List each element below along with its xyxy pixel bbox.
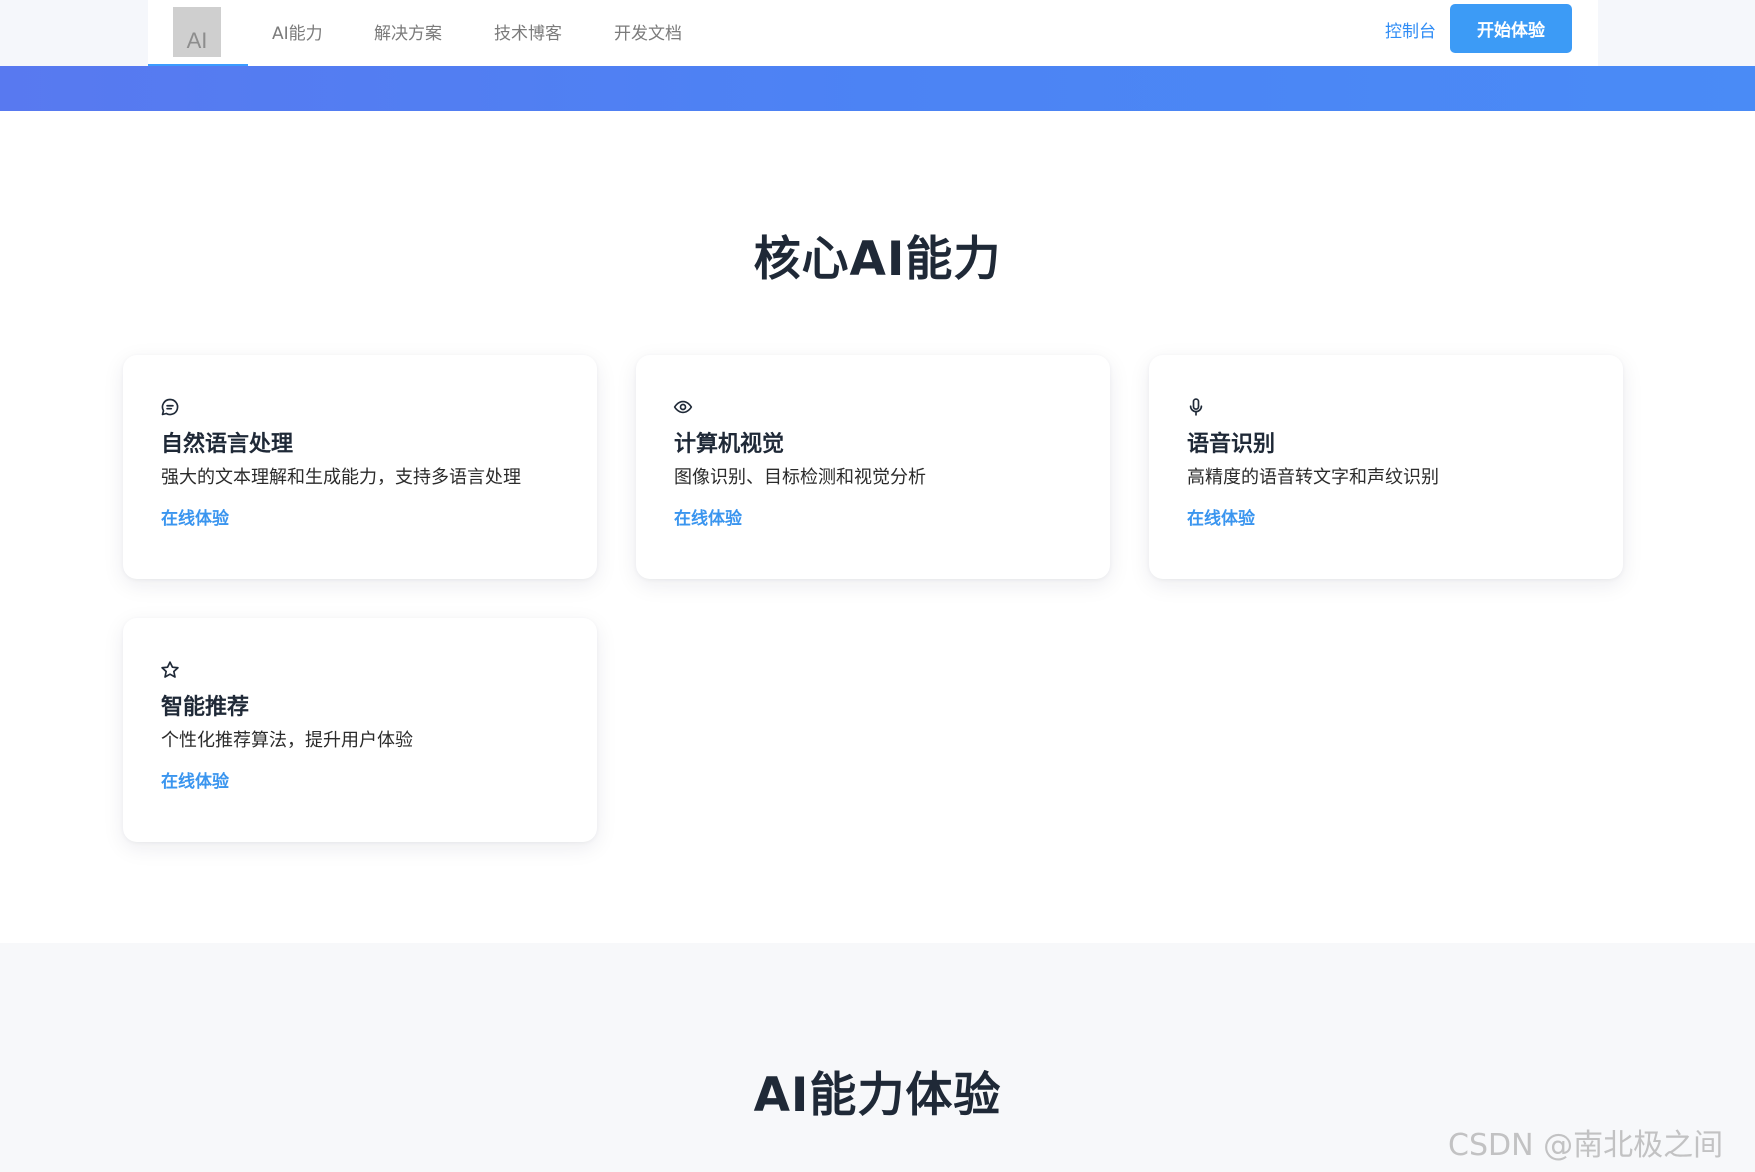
card-title: 智能推荐 (161, 695, 250, 720)
navbar: AI AI能力 解决方案 技术博客 开发文档 控制台 开始体验 (148, 0, 1598, 66)
card-title: 计算机视觉 (674, 432, 785, 457)
card-description: 图像识别、目标检测和视觉分析 (674, 467, 926, 488)
section-title-core-ai: 核心AI能力 (753, 232, 1002, 287)
try-online-link[interactable]: 在线体验 (1187, 504, 1255, 529)
nav-link-solutions[interactable]: 解决方案 (374, 19, 442, 44)
start-experience-button[interactable]: 开始体验 (1450, 4, 1572, 53)
card-title: 自然语言处理 (161, 432, 294, 457)
try-online-link[interactable]: 在线体验 (674, 504, 742, 529)
nav-link-tech-blog[interactable]: 技术博客 (494, 19, 562, 44)
microphone-icon (1186, 397, 1206, 417)
star-icon (160, 660, 180, 680)
card-description: 个性化推荐算法，提升用户体验 (161, 730, 413, 751)
capability-card-vision: 计算机视觉 图像识别、目标检测和视觉分析 在线体验 (636, 355, 1110, 579)
nav-link-ai-capabilities[interactable]: AI能力 (272, 19, 323, 44)
logo-text: AI (186, 28, 208, 53)
try-online-link[interactable]: 在线体验 (161, 504, 229, 529)
section-title-experience: AI能力体验 (753, 1068, 1002, 1123)
card-description: 高精度的语音转文字和声纹识别 (1187, 467, 1439, 488)
capability-card-recommendation: 智能推荐 个性化推荐算法，提升用户体验 在线体验 (123, 618, 597, 842)
capability-card-speech: 语音识别 高精度的语音转文字和声纹识别 在线体验 (1149, 355, 1623, 579)
capability-card-nlp: 自然语言处理 强大的文本理解和生成能力，支持多语言处理 在线体验 (123, 355, 597, 579)
hero-banner (0, 66, 1755, 111)
card-description: 强大的文本理解和生成能力，支持多语言处理 (161, 467, 521, 488)
top-bar: AI AI能力 解决方案 技术博客 开发文档 控制台 开始体验 (0, 0, 1755, 66)
watermark: CSDN @南北极之间 (1448, 1128, 1724, 1163)
console-link[interactable]: 控制台 (1385, 17, 1436, 42)
try-online-link[interactable]: 在线体验 (161, 767, 229, 792)
eye-icon (673, 397, 693, 417)
logo[interactable]: AI (173, 7, 221, 57)
card-title: 语音识别 (1187, 432, 1276, 457)
nav-link-dev-docs[interactable]: 开发文档 (614, 19, 682, 44)
chat-bubble-icon (160, 397, 180, 417)
